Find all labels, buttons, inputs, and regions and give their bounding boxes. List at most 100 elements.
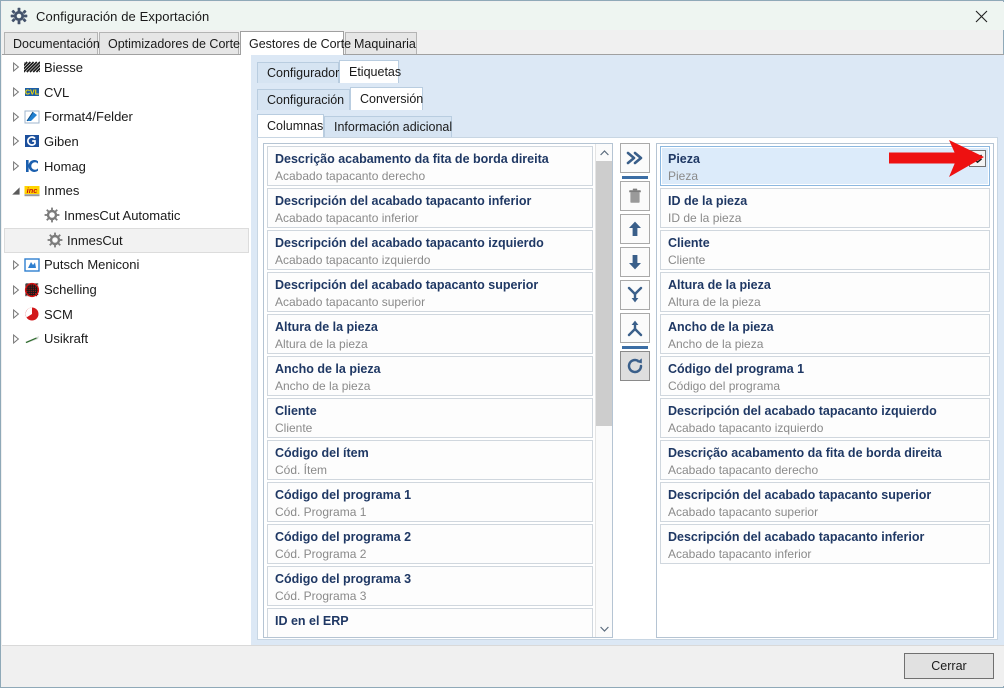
list-item[interactable]: Código del programa 1 Cód. Programa 1 bbox=[267, 482, 593, 522]
tree-item-scm[interactable]: SCM bbox=[2, 302, 251, 327]
tree-expander-collapsed[interactable] bbox=[8, 331, 24, 347]
list-item[interactable]: Cliente Cliente bbox=[267, 398, 593, 438]
toolbar-refresh-button[interactable] bbox=[620, 351, 650, 381]
list-item-alias: Acabado tapacanto izquierdo bbox=[668, 421, 824, 435]
machine-tree[interactable]: Biesse CVL CVL Format4/Felder Giben Homag inc I… bbox=[2, 55, 251, 646]
tree-expander-collapsed[interactable] bbox=[8, 84, 24, 100]
tree-item-schelling[interactable]: Schelling bbox=[2, 277, 251, 302]
tree-item-label: Inmes bbox=[44, 183, 80, 199]
tree-item-giben[interactable]: Giben bbox=[2, 129, 251, 154]
list-item-name: Descripción del acabado tapacanto izquie… bbox=[668, 404, 937, 418]
export-configuration-window: Configuración de Exportación Documentaci… bbox=[0, 0, 1004, 688]
tree-item-label: Putsch Meniconi bbox=[44, 257, 140, 273]
list-item[interactable]: Ancho de la pieza Ancho de la pieza bbox=[660, 314, 990, 354]
tree-item-format4-felder[interactable]: Format4/Felder bbox=[2, 104, 251, 129]
list-item[interactable]: Descripción del acabado tapacanto izquie… bbox=[267, 230, 593, 270]
list-item-name: Ancho de la pieza bbox=[668, 320, 774, 334]
close-icon[interactable] bbox=[959, 2, 1004, 30]
list-item-alias: Acabado tapacanto inferior bbox=[275, 211, 419, 225]
svg-text:CVL: CVL bbox=[25, 90, 40, 97]
pane-tab-etiquetas[interactable]: Etiquetas bbox=[339, 60, 401, 83]
pane-tab-conversion[interactable]: Conversión bbox=[350, 87, 423, 110]
list-item[interactable]: Descripción del acabado tapacanto superi… bbox=[267, 272, 593, 312]
list-item-alias: Acabado tapacanto derecho bbox=[275, 169, 426, 183]
list-item-name: Descrição acabamento da fita de borda di… bbox=[275, 152, 549, 166]
list-item-alias: Cliente bbox=[275, 421, 313, 435]
list-item[interactable]: ID en el ERP bbox=[267, 608, 593, 637]
pane-tab-configurador[interactable]: Configurador bbox=[257, 62, 339, 83]
main-tab-documentacion[interactable]: Documentación bbox=[4, 32, 100, 54]
list-item[interactable]: Descripción del acabado tapacanto izquie… bbox=[660, 398, 990, 438]
tree-item-homag[interactable]: Homag bbox=[2, 154, 251, 179]
pane-tab-configuracion[interactable]: Configuración bbox=[257, 89, 350, 110]
tree-item-usikraft[interactable]: Usikraft bbox=[2, 327, 251, 352]
tree-expander-collapsed[interactable] bbox=[8, 158, 24, 174]
toolbar-split-down-button[interactable] bbox=[620, 280, 650, 310]
list-item-alias: Acabado tapacanto inferior bbox=[668, 547, 812, 561]
list-item-name: Descrição acabamento da fita de borda di… bbox=[668, 446, 942, 460]
list-item[interactable]: Descripción del acabado tapacanto inferi… bbox=[660, 524, 990, 564]
tree-expander-collapsed[interactable] bbox=[8, 133, 24, 149]
toolbar-arrow-down-button[interactable] bbox=[620, 247, 650, 277]
list-item[interactable]: Descripción del acabado tapacanto inferi… bbox=[267, 188, 593, 228]
pane-tab-columnas[interactable]: Columnas bbox=[257, 114, 324, 137]
available-columns-list[interactable]: Descrição acabamento da fita de borda di… bbox=[263, 143, 613, 638]
list-item-name: Código del programa 1 bbox=[275, 488, 412, 502]
tree-expander-collapsed[interactable] bbox=[8, 257, 24, 273]
list-item[interactable]: Pieza Pieza bbox=[660, 146, 990, 186]
close-button[interactable]: Cerrar bbox=[904, 653, 994, 679]
list-item[interactable]: Código del programa 2 Cód. Programa 2 bbox=[267, 524, 593, 564]
list-item[interactable]: Cliente Cliente bbox=[660, 230, 990, 270]
tree-expander-collapsed[interactable] bbox=[8, 306, 24, 322]
list-item[interactable]: Descrição acabamento da fita de borda di… bbox=[267, 146, 593, 186]
list-item-name: Código del programa 1 bbox=[668, 362, 805, 376]
list-item[interactable]: Descripción del acabado tapacanto superi… bbox=[660, 482, 990, 522]
toolbar-merge-up-button[interactable] bbox=[620, 313, 650, 343]
tree-expander-collapsed[interactable] bbox=[8, 59, 24, 75]
tree-item-cvl[interactable]: CVL CVL bbox=[2, 80, 251, 105]
pane-tab-label: Columnas bbox=[267, 119, 324, 133]
main-tab-gestores-de-corte[interactable]: Gestores de Corte bbox=[240, 31, 351, 55]
scroll-up-button[interactable] bbox=[596, 144, 612, 161]
content-area: Biesse CVL CVL Format4/Felder Giben Homag inc I… bbox=[2, 54, 1004, 646]
main-tab-maquinaria[interactable]: Maquinaria bbox=[345, 32, 417, 54]
toolbar-separator bbox=[622, 346, 648, 349]
selected-columns-list[interactable]: Pieza Pieza ID de la pieza ID de la pieza Cl… bbox=[656, 143, 994, 638]
scrollbar-thumb[interactable] bbox=[596, 161, 612, 426]
pane-tab-label: Configuración bbox=[267, 93, 345, 107]
list-item[interactable]: Descrição acabamento da fita de borda di… bbox=[660, 440, 990, 480]
list-item[interactable]: Código del programa 3 Cód. Programa 3 bbox=[267, 566, 593, 606]
list-item[interactable]: ID de la pieza ID de la pieza bbox=[660, 188, 990, 228]
list-item[interactable]: Altura de la pieza Altura de la pieza bbox=[660, 272, 990, 312]
pane-tab-informacion-adicional[interactable]: Información adicional bbox=[324, 116, 452, 137]
main-tab-label: Optimizadores de Corte bbox=[108, 36, 241, 51]
expand-chevron-button[interactable] bbox=[969, 150, 986, 167]
list-item-alias: Código del programa bbox=[668, 379, 781, 393]
transfer-toolbar bbox=[620, 143, 652, 381]
tree-expander-collapsed[interactable] bbox=[8, 282, 24, 298]
tree-expander-collapsed[interactable] bbox=[8, 109, 24, 125]
main-tab-optimizadores-de-corte[interactable]: Optimizadores de Corte bbox=[99, 32, 241, 54]
available-list-scrollbar[interactable] bbox=[595, 144, 612, 637]
toolbar-trash-button[interactable] bbox=[620, 181, 650, 211]
scroll-down-button[interactable] bbox=[596, 620, 612, 637]
tree-item-putsch-meniconi[interactable]: Putsch Meniconi bbox=[2, 253, 251, 278]
list-item-name: Cliente bbox=[275, 404, 317, 418]
list-item-alias: ID de la pieza bbox=[668, 211, 742, 225]
list-item[interactable]: Altura de la pieza Altura de la pieza bbox=[267, 314, 593, 354]
list-item-alias: Altura de la pieza bbox=[275, 337, 368, 351]
toolbar-arrow-up-button[interactable] bbox=[620, 214, 650, 244]
list-item-name: Descripción del acabado tapacanto inferi… bbox=[275, 194, 532, 208]
toolbar-double-chevron-right-button[interactable] bbox=[620, 143, 650, 173]
tree-item-inmescut-automatic[interactable]: InmesCut Automatic bbox=[2, 203, 251, 228]
list-item[interactable]: Código del programa 1 Código del programa bbox=[660, 356, 990, 396]
pane-tab-label: Configurador bbox=[267, 66, 340, 80]
list-item[interactable]: Ancho de la pieza Ancho de la pieza bbox=[267, 356, 593, 396]
list-item[interactable]: Código del ítem Cód. Ítem bbox=[267, 440, 593, 480]
tree-item-label: CVL bbox=[44, 84, 70, 100]
tree-item-inmes[interactable]: inc Inmes bbox=[2, 178, 251, 203]
list-item-name: Cliente bbox=[668, 236, 710, 250]
tree-item-biesse[interactable]: Biesse bbox=[2, 55, 251, 80]
tree-item-inmescut[interactable]: InmesCut bbox=[4, 227, 249, 253]
tree-expander-expanded[interactable] bbox=[8, 183, 24, 199]
